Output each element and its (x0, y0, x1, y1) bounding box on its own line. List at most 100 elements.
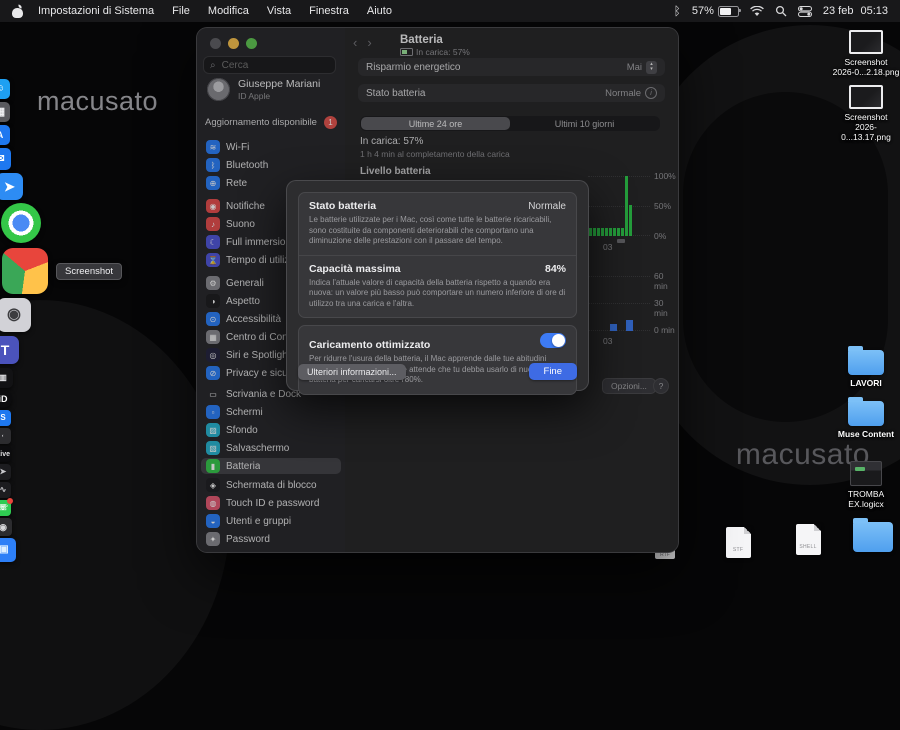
x-tick: 03 (603, 336, 612, 346)
minimize-button[interactable] (228, 38, 239, 49)
dock-globe-app[interactable]: ◐ (0, 428, 11, 444)
sidebar-item-batteria[interactable]: ▮ Batteria (201, 458, 341, 474)
sidebar-search[interactable]: ⌕ (203, 56, 336, 74)
sidebar-item-icon: ≋ (206, 140, 220, 154)
sidebar-item-icon: ◒ (206, 514, 220, 528)
dock-app-store[interactable]: A (0, 125, 10, 145)
sidebar-item-password[interactable]: ✦ Password (201, 531, 341, 547)
menubar-menu-item[interactable]: Aiuto (358, 5, 401, 17)
menubar-status: ᛒ 57% 23 feb 05:13 (674, 4, 888, 18)
desktop-folder-lavori[interactable]: LAVORI (831, 350, 900, 389)
dock-robot-app[interactable]: ⊡ (1, 203, 41, 243)
sidebar-item-icon: ▮ (206, 459, 220, 473)
menubar-menu-item[interactable]: Finestra (300, 5, 358, 17)
battery-status[interactable]: 57% (692, 5, 739, 17)
menubar-menu-item[interactable]: File (163, 5, 199, 17)
desktop-file-screenshot-2[interactable]: Screenshot2026-0...13.17.png (831, 85, 900, 142)
menubar-clock[interactable]: 23 feb 05:13 (823, 5, 888, 17)
battery-health-dialog: Stato batteria Normale Le batterie utili… (287, 181, 588, 390)
sidebar-item-schermata-di-blocco[interactable]: ◈ Schermata di blocco (201, 477, 341, 493)
back-chevron-icon[interactable]: ‹ (353, 35, 357, 50)
options-button[interactable]: Opzioni... (602, 378, 656, 394)
tab-last-10-days[interactable]: Ultimi 10 giorni (510, 117, 659, 130)
menubar-menu-item[interactable]: Impostazioni di Sistema (29, 5, 163, 17)
menubar-menu-item[interactable]: Vista (258, 5, 300, 17)
desktop-file-logic-project[interactable]: TROMBAEX.logicx (831, 461, 900, 510)
sidebar-item-icon: ✦ (206, 532, 220, 546)
avatar (207, 78, 230, 101)
bluetooth-icon[interactable]: ᛒ (674, 4, 681, 18)
done-button[interactable]: Fine (529, 363, 577, 380)
battery-icon (400, 48, 413, 56)
tab-last-24-hours[interactable]: Ultime 24 ore (361, 117, 510, 130)
menubar-date: 23 feb (823, 5, 854, 17)
dock-cursor-app[interactable]: ➤ (0, 464, 11, 480)
folder-icon (853, 522, 893, 552)
desktop-folder-muse-content[interactable]: Muse Content (831, 401, 900, 440)
sidebar-item-salvaschermo[interactable]: ▧ Salvaschermo (201, 440, 341, 456)
sidebar-item-sfondo[interactable]: ▨ Sfondo (201, 422, 341, 438)
max-capacity-section: Capacità massima 84% Indica l'attuale va… (299, 255, 576, 318)
forward-chevron-icon[interactable]: › (367, 35, 371, 50)
file-label: TROMBAEX.logicx (848, 490, 884, 510)
info-icon[interactable]: i (645, 87, 657, 99)
menubar-menus: Impostazioni di SistemaFileModificaVista… (29, 5, 401, 17)
sidebar-item-icon: ▦ (206, 330, 220, 344)
window-controls (210, 38, 257, 49)
charge-marker-icon (617, 239, 625, 243)
charge-status: In carica: 57% (360, 136, 423, 147)
dialog-footer: Ulteriori informazioni... Fine (298, 363, 577, 380)
sidebar-item-schermi[interactable]: ▫ Schermi (201, 404, 341, 420)
update-label: Aggiornamento disponibile (205, 117, 317, 128)
zoom-button[interactable] (246, 38, 257, 49)
desktop-file-doc-1[interactable]: STF (703, 527, 773, 558)
sidebar-item-icon: ⚙ (206, 276, 220, 290)
dock-camera-app[interactable]: ◉ (0, 518, 12, 536)
optimized-charging-toggle[interactable] (540, 333, 566, 348)
dock-chrome[interactable] (2, 248, 48, 294)
control-center-icon[interactable] (798, 6, 812, 17)
dock-launchpad[interactable]: ▦ (0, 102, 10, 122)
y-tick: 30 min (654, 298, 678, 318)
dock-ableton-live[interactable]: Live (0, 446, 11, 462)
section-title: Stato batteria (309, 200, 376, 212)
search-icon[interactable] (775, 5, 787, 17)
sidebar-item-update-available[interactable]: Aggiornamento disponibile 1 (205, 116, 337, 129)
more-info-button[interactable]: Ulteriori informazioni... (298, 364, 406, 380)
sidebar-item-icon: ▫ (206, 405, 220, 419)
document-icon: STF (726, 527, 751, 558)
sidebar-item-touch-id-e-password[interactable]: ◍ Touch ID e password (201, 495, 341, 511)
sidebar-item-icon: ⌛ (206, 253, 220, 267)
apple-id-profile[interactable]: Giuseppe Mariani ID Apple (207, 78, 320, 101)
charge-detail: 1 h 4 min al completamento della carica (360, 149, 510, 159)
dock-wave-app[interactable]: ∿ (0, 482, 11, 498)
dock-piano-app[interactable]: ▥ (0, 368, 13, 388)
sidebar-item-wifi[interactable]: ≋ Wi-Fi (201, 139, 341, 155)
search-input[interactable] (220, 59, 329, 72)
sidebar-item-icon: ☾ (206, 235, 220, 249)
desktop-folder-bottom[interactable] (838, 522, 900, 552)
sidebar-item-bluetooth[interactable]: ᛒ Bluetooth (201, 157, 341, 173)
sidebar-item-icon: ⊙ (206, 312, 220, 326)
close-button[interactable] (210, 38, 221, 49)
wifi-icon[interactable] (750, 6, 764, 17)
dock-id-app[interactable]: iD (0, 390, 12, 408)
dock-whatsapp[interactable]: ☏ (0, 500, 11, 516)
dock-teams[interactable]: T (0, 336, 19, 364)
sidebar-item-utenti-e-gruppi[interactable]: ◒ Utenti e gruppi (201, 513, 341, 529)
desktop-file-doc-2[interactable]: SHELL (773, 524, 843, 555)
dock-screenshot-app[interactable]: ◉ (0, 298, 31, 332)
row-value: Mai (627, 62, 642, 73)
dock-files-app[interactable]: ▣ (0, 538, 16, 562)
dock-mail[interactable]: ✉ (0, 148, 11, 170)
screen-usage-chart (588, 276, 650, 331)
dock-skype[interactable]: S (0, 410, 11, 426)
image-thumbnail (849, 85, 883, 109)
popup-button[interactable]: ▴▾ (646, 61, 657, 74)
desktop-file-screenshot-1[interactable]: Screenshot2026-0...2.18.png (831, 30, 900, 78)
help-button[interactable]: ? (653, 378, 669, 394)
dock-finder[interactable]: ☺ (0, 79, 10, 99)
apple-menu-icon[interactable] (12, 5, 23, 18)
dock-maps[interactable]: ➤ (0, 173, 23, 200)
menubar-menu-item[interactable]: Modifica (199, 5, 258, 17)
